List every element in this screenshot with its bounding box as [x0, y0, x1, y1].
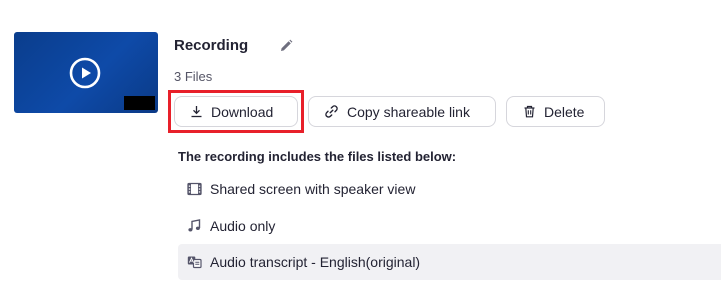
recording-thumbnail[interactable] [14, 32, 158, 113]
delete-label: Delete [544, 103, 585, 120]
file-count: 3 Files [174, 69, 213, 84]
recording-title: Recording [174, 37, 249, 54]
transcript-icon [186, 254, 202, 270]
duration-badge [124, 96, 155, 110]
trash-icon [524, 105, 535, 118]
pencil-icon[interactable] [279, 39, 293, 53]
file-item-label: Audio transcript - English(original) [210, 254, 421, 270]
delete-button[interactable]: Delete [506, 96, 605, 127]
file-item-label: Shared screen with speaker view [210, 181, 416, 197]
download-icon [191, 106, 202, 118]
play-icon[interactable] [69, 57, 101, 89]
music-note-icon [186, 218, 202, 234]
download-button[interactable]: Download [174, 96, 298, 127]
video-file-icon [186, 181, 202, 197]
file-item-transcript[interactable]: Audio transcript - English(original) [178, 244, 721, 280]
file-item-shared-screen[interactable]: Shared screen with speaker view [178, 171, 721, 207]
copy-link-button[interactable]: Copy shareable link [308, 96, 496, 127]
files-heading: The recording includes the files listed … [178, 149, 457, 164]
download-label: Download [211, 103, 274, 120]
copy-link-label: Copy shareable link [347, 103, 470, 120]
recording-panel: Recording 3 Files Download Copy shareabl… [0, 0, 721, 305]
file-item-label: Audio only [210, 218, 276, 234]
file-item-audio-only[interactable]: Audio only [178, 208, 721, 244]
link-icon [325, 105, 338, 118]
